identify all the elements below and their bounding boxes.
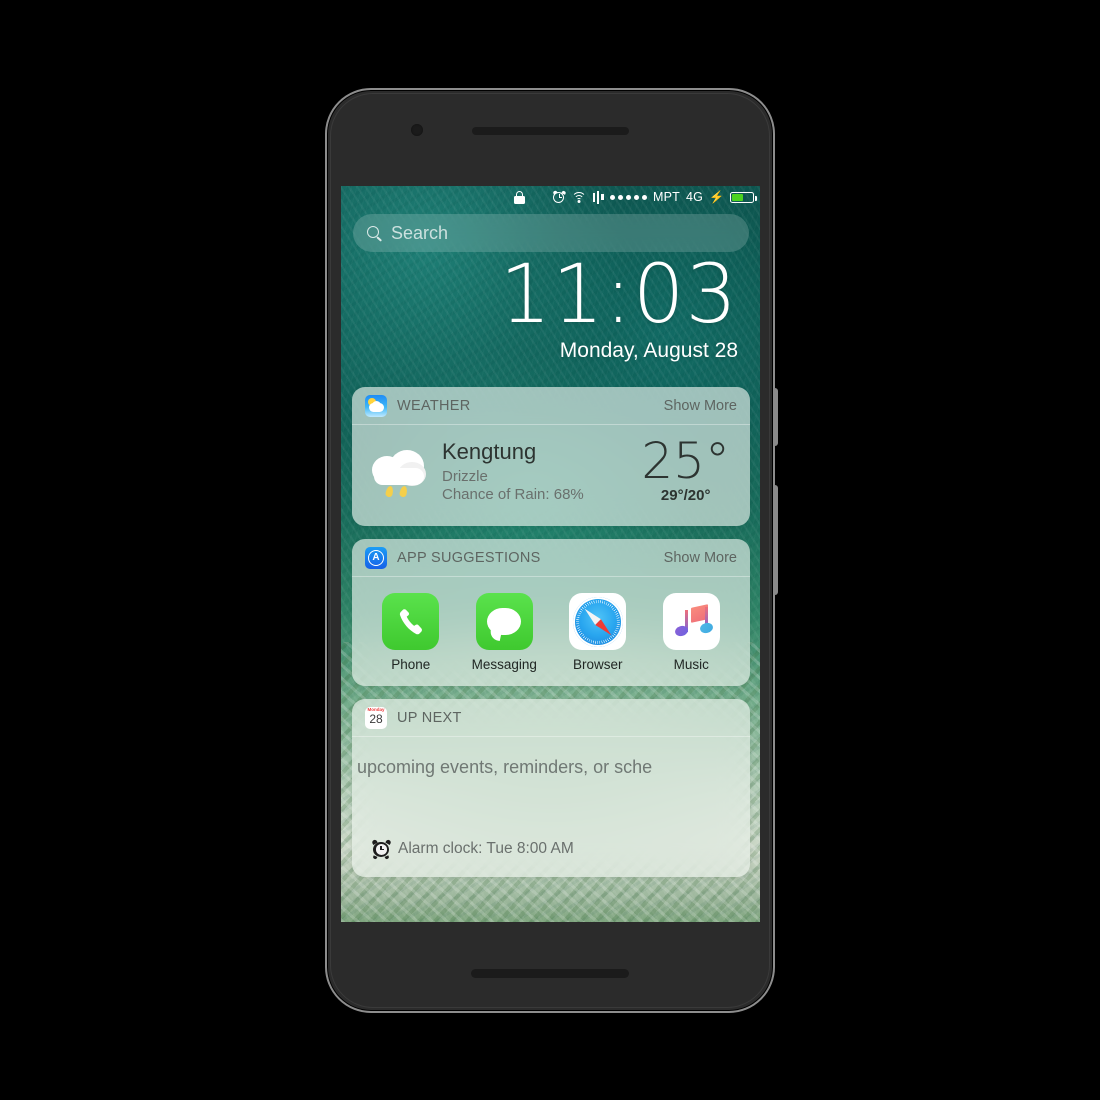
bottom-speaker-icon: [471, 969, 629, 978]
weather-condition: Drizzle: [442, 467, 488, 485]
weather-app-icon: [365, 394, 387, 417]
clock-time: 11:03: [499, 248, 738, 342]
weather-widget-body: Kengtung Drizzle Chance of Rain: 68% 25°…: [352, 425, 750, 526]
alarm-clock-emoji: [370, 838, 392, 860]
search-icon: [367, 225, 383, 242]
app-item-music[interactable]: Music: [651, 593, 731, 672]
wifi-icon: [571, 191, 587, 203]
lock-icon: [513, 190, 525, 204]
status-bar: MPT 4G ⚡: [341, 186, 760, 208]
app-item-browser[interactable]: Browser: [558, 593, 638, 672]
battery-icon: [730, 191, 757, 203]
app-label-browser: Browser: [572, 657, 623, 672]
up-next-title: UP NEXT: [397, 709, 462, 726]
alarm-clock-icon: [552, 189, 567, 204]
app-item-phone[interactable]: Phone: [371, 593, 451, 672]
network-type-label: 4G: [685, 190, 704, 204]
app-suggestions-header: A APP SUGGESTIONS Show More: [352, 539, 750, 577]
carrier-label: MPT: [652, 190, 680, 204]
app-store-icon: A: [365, 546, 387, 569]
search-placeholder: Search: [391, 222, 449, 243]
front-camera-icon: [411, 124, 423, 136]
phone-icon: [382, 593, 440, 650]
safari-compass-icon: [569, 593, 627, 650]
vibrate-icon: [592, 190, 604, 204]
earpiece-speaker-icon: [472, 127, 629, 135]
app-suggestions-show-more-button[interactable]: Show More: [664, 550, 737, 566]
weather-chance-of-rain: Chance of Rain: 68%: [442, 485, 584, 503]
lockscreen-clock: 11:03 Monday, August 28: [499, 248, 738, 363]
weather-show-more-button[interactable]: Show More: [664, 398, 737, 414]
weather-widget-title: WEATHER: [397, 397, 471, 414]
app-item-messaging[interactable]: Messaging: [464, 593, 544, 672]
messages-icon: [475, 593, 533, 650]
app-label-phone: Phone: [391, 657, 431, 672]
calendar-icon: Monday 28: [365, 706, 387, 729]
weather-city: Kengtung: [442, 439, 537, 465]
weather-current-temp: 25°: [641, 432, 730, 490]
weather-widget[interactable]: WEATHER Show More Kengtung Drizzle Chanc…: [352, 387, 750, 526]
calendar-day-label: 28: [369, 711, 383, 726]
music-note-icon: [662, 593, 720, 650]
weather-details: Kengtung Drizzle Chance of Rain: 68%: [442, 440, 641, 503]
signal-strength-dots: [609, 194, 647, 200]
app-suggestions-widget[interactable]: A APP SUGGESTIONS Show More Phone Messag…: [352, 539, 750, 686]
app-suggestions-title: APP SUGGESTIONS: [397, 549, 541, 566]
screenshot-stage: MPT 4G ⚡ Search 11:03 Monday, August 28: [0, 0, 1100, 1100]
app-label-messaging: Messaging: [471, 657, 537, 672]
app-label-music: Music: [673, 657, 709, 672]
charging-bolt-icon: ⚡: [709, 190, 724, 204]
up-next-widget[interactable]: Monday 28 UP NEXT ɔ upcoming events, rem…: [352, 699, 750, 877]
up-next-alarm-text: Alarm clock: Tue 8:00 AM: [398, 840, 574, 857]
widget-stack: WEATHER Show More Kengtung Drizzle Chanc…: [352, 387, 750, 890]
power-button[interactable]: [773, 388, 778, 446]
app-suggestions-row: Phone Messaging Browser Music: [352, 577, 750, 686]
up-next-alarm-row: Alarm clock: Tue 8:00 AM: [352, 838, 750, 874]
up-next-empty-text: ɔ upcoming events, reminders, or sche: [352, 757, 653, 777]
up-next-header: Monday 28 UP NEXT: [352, 699, 750, 737]
phone-screen: MPT 4G ⚡ Search 11:03 Monday, August 28: [341, 186, 760, 922]
up-next-body: ɔ upcoming events, reminders, or sche Al…: [352, 737, 750, 877]
clock-date: Monday, August 28: [559, 338, 738, 362]
weather-temperature-block: 25° 29°/20°: [641, 432, 734, 504]
search-input[interactable]: Search: [353, 214, 749, 252]
rain-cloud-icon: [368, 444, 436, 500]
weather-widget-header: WEATHER Show More: [352, 387, 750, 425]
volume-button[interactable]: [773, 485, 778, 595]
